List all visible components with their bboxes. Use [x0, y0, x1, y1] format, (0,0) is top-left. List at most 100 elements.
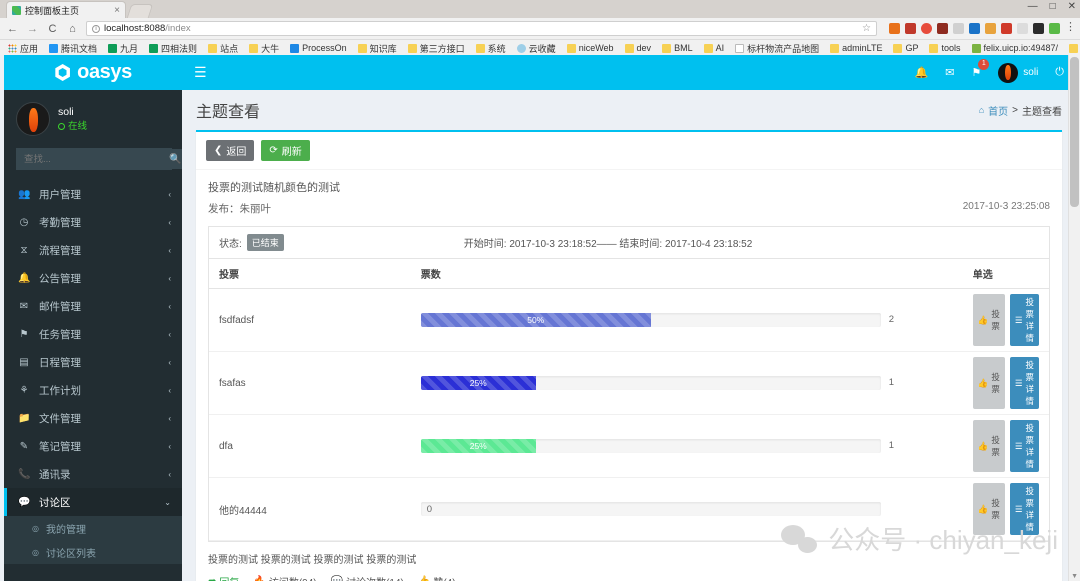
bookmark-item[interactable]: 系统	[472, 41, 510, 56]
vote-detail-button[interactable]: ☰投票详情	[1010, 357, 1039, 409]
extension-icons: ⋮	[884, 23, 1074, 34]
bookmark-item[interactable]: AI	[700, 42, 729, 54]
extension-icon-9[interactable]	[1017, 23, 1028, 34]
sidebar-item-work-plan[interactable]: ⚘工作计划‹	[4, 376, 182, 404]
bookmark-star-icon[interactable]: ☆	[862, 23, 871, 34]
sidebar-item-attendance[interactable]: ◷考勤管理‹	[4, 208, 182, 236]
bookmark-item[interactable]: 云收藏	[513, 41, 560, 56]
browser-tab[interactable]: 控制面板主页 ×	[6, 1, 126, 18]
sidebar-search[interactable]: 🔍	[16, 148, 172, 170]
bookmark-item[interactable]: 标杆物流产品地图	[731, 41, 823, 56]
extension-icon-2[interactable]	[905, 23, 916, 34]
bookmark-item[interactable]: 第三方接口	[404, 41, 469, 56]
extension-icon-4[interactable]	[937, 23, 948, 34]
bookmark-item[interactable]: 四相法则	[145, 41, 201, 56]
sidebar-item-my-management[interactable]: ◎我的管理	[4, 516, 182, 540]
sidebar-item-process[interactable]: ⧖流程管理‹	[4, 236, 182, 264]
new-tab-button[interactable]	[127, 4, 154, 18]
breadcrumb-home[interactable]: 首页	[988, 103, 1008, 118]
bookmark-item[interactable]: 知识库	[354, 41, 401, 56]
bookmark-apps[interactable]: 应用	[4, 41, 42, 56]
bookmark-item[interactable]: Git开源	[1065, 41, 1080, 56]
bookmark-item[interactable]: ProcessOn	[286, 42, 351, 54]
forward-icon[interactable]: →	[26, 23, 39, 35]
phone-icon: 📞	[18, 469, 30, 480]
vote-detail-button[interactable]: ☰投票详情	[1010, 483, 1039, 535]
close-window-button[interactable]: ✕	[1068, 1, 1076, 12]
bookmark-item[interactable]: BML	[658, 42, 697, 54]
sidebar-item-contacts[interactable]: 📞通讯录‹	[4, 460, 182, 488]
sidebar-item-file[interactable]: 📁文件管理‹	[4, 404, 182, 432]
bookmark-item[interactable]: 九月	[104, 41, 142, 56]
vote-detail-button[interactable]: ☰投票详情	[1010, 294, 1039, 346]
vote-actions-cell: 👍投票 ☰投票详情	[963, 478, 1049, 541]
bookmark-item[interactable]: 腾讯文档	[45, 41, 101, 56]
sidebar-menu: 👥用户管理‹ ◷考勤管理‹ ⧖流程管理‹ 🔔公告管理‹ ✉邮件管理‹ ⚑任务管理…	[4, 180, 182, 516]
bookmark-label: 站点	[220, 42, 238, 55]
extension-icon-7[interactable]	[985, 23, 996, 34]
power-icon[interactable]: ⏻	[1055, 66, 1064, 79]
maximize-button[interactable]: □	[1050, 1, 1056, 12]
address-bar[interactable]: i localhost:8088/index ☆	[86, 21, 877, 36]
sidebar-item-discussion-list[interactable]: ◎讨论区列表	[4, 540, 182, 564]
sidebar-item-schedule[interactable]: ▤日程管理‹	[4, 348, 182, 376]
vote-count: 2	[889, 313, 894, 327]
extension-icon-6[interactable]	[969, 23, 980, 34]
vote-button[interactable]: 👍投票	[973, 357, 1005, 409]
note-icon: ✎	[18, 441, 30, 452]
sidebar-submenu: ◎我的管理 ◎讨论区列表	[4, 516, 182, 564]
app-logo[interactable]: oasys	[4, 55, 182, 90]
tab-strip: 控制面板主页 × — □ ✕	[0, 0, 1080, 18]
stat-reply[interactable]: ➦回复	[208, 574, 239, 581]
minimize-button[interactable]: —	[1028, 1, 1038, 12]
bookmark-item[interactable]: 站点	[204, 41, 242, 56]
bookmark-item[interactable]: tools	[925, 42, 964, 54]
bookmark-item[interactable]: adminLTE	[826, 42, 886, 54]
sidebar-item-note[interactable]: ✎笔记管理‹	[4, 432, 182, 460]
scroll-down-icon[interactable]: ▼	[1071, 573, 1078, 580]
extension-icon-8[interactable]	[1001, 23, 1012, 34]
hamburger-menu-icon[interactable]: ☰	[194, 64, 207, 81]
page-scrollbar[interactable]: ▲ ▼	[1068, 55, 1080, 581]
page-info-icon[interactable]: i	[92, 25, 100, 33]
bookmark-item[interactable]: niceWeb	[563, 42, 618, 54]
extension-icon-10[interactable]	[1033, 23, 1044, 34]
envelope-icon[interactable]: ✉	[945, 66, 954, 79]
sidebar-item-task[interactable]: ⚑任务管理‹	[4, 320, 182, 348]
sidebar-item-announcement[interactable]: 🔔公告管理‹	[4, 264, 182, 292]
bookmark-item[interactable]: felix.uicp.io:49487/	[968, 42, 1063, 54]
vote-option: fsafas	[209, 352, 411, 415]
bell-icon[interactable]: 🔔	[914, 66, 928, 79]
vote-button[interactable]: 👍投票	[973, 483, 1005, 535]
scrollbar-thumb[interactable]	[1070, 57, 1079, 207]
extension-icon-1[interactable]	[889, 23, 900, 34]
sidebar-item-user-management[interactable]: 👥用户管理‹	[4, 180, 182, 208]
folder-icon	[476, 44, 485, 53]
reload-icon[interactable]: C	[46, 23, 59, 35]
sidebar-item-label: 流程管理	[39, 243, 81, 258]
chrome-menu-icon[interactable]: ⋮	[1065, 23, 1074, 34]
vote-button[interactable]: 👍投票	[973, 420, 1005, 472]
bookmark-item[interactable]: 大牛	[245, 41, 283, 56]
folder-icon	[662, 44, 671, 53]
stat-likes[interactable]: 👍赞(4)	[418, 574, 456, 581]
bookmark-item[interactable]: dev	[621, 42, 656, 54]
refresh-button[interactable]: ⟳刷新	[261, 140, 309, 161]
flag-icon[interactable]: ⚑1	[971, 66, 981, 79]
vote-detail-button[interactable]: ☰投票详情	[1010, 420, 1039, 472]
sidebar-item-mail[interactable]: ✉邮件管理‹	[4, 292, 182, 320]
extension-icon-5[interactable]	[953, 23, 964, 34]
extension-icon-11[interactable]	[1049, 23, 1060, 34]
progress-bar-track: 0	[421, 502, 881, 516]
search-input[interactable]	[17, 154, 163, 165]
extension-icon-3[interactable]	[921, 23, 932, 34]
tab-close-icon[interactable]: ×	[114, 5, 120, 16]
panel-toolbar: ❮返回 ⟳刷新	[196, 132, 1062, 170]
home-icon[interactable]: ⌂	[66, 23, 79, 35]
vote-button[interactable]: 👍投票	[973, 294, 1005, 346]
sidebar-item-discussion[interactable]: 💬讨论区⌄	[4, 488, 182, 516]
topnav-user[interactable]: soli	[998, 63, 1038, 83]
back-button[interactable]: ❮返回	[206, 140, 254, 161]
bookmark-item[interactable]: GP	[889, 42, 922, 54]
back-icon[interactable]: ←	[6, 23, 19, 35]
